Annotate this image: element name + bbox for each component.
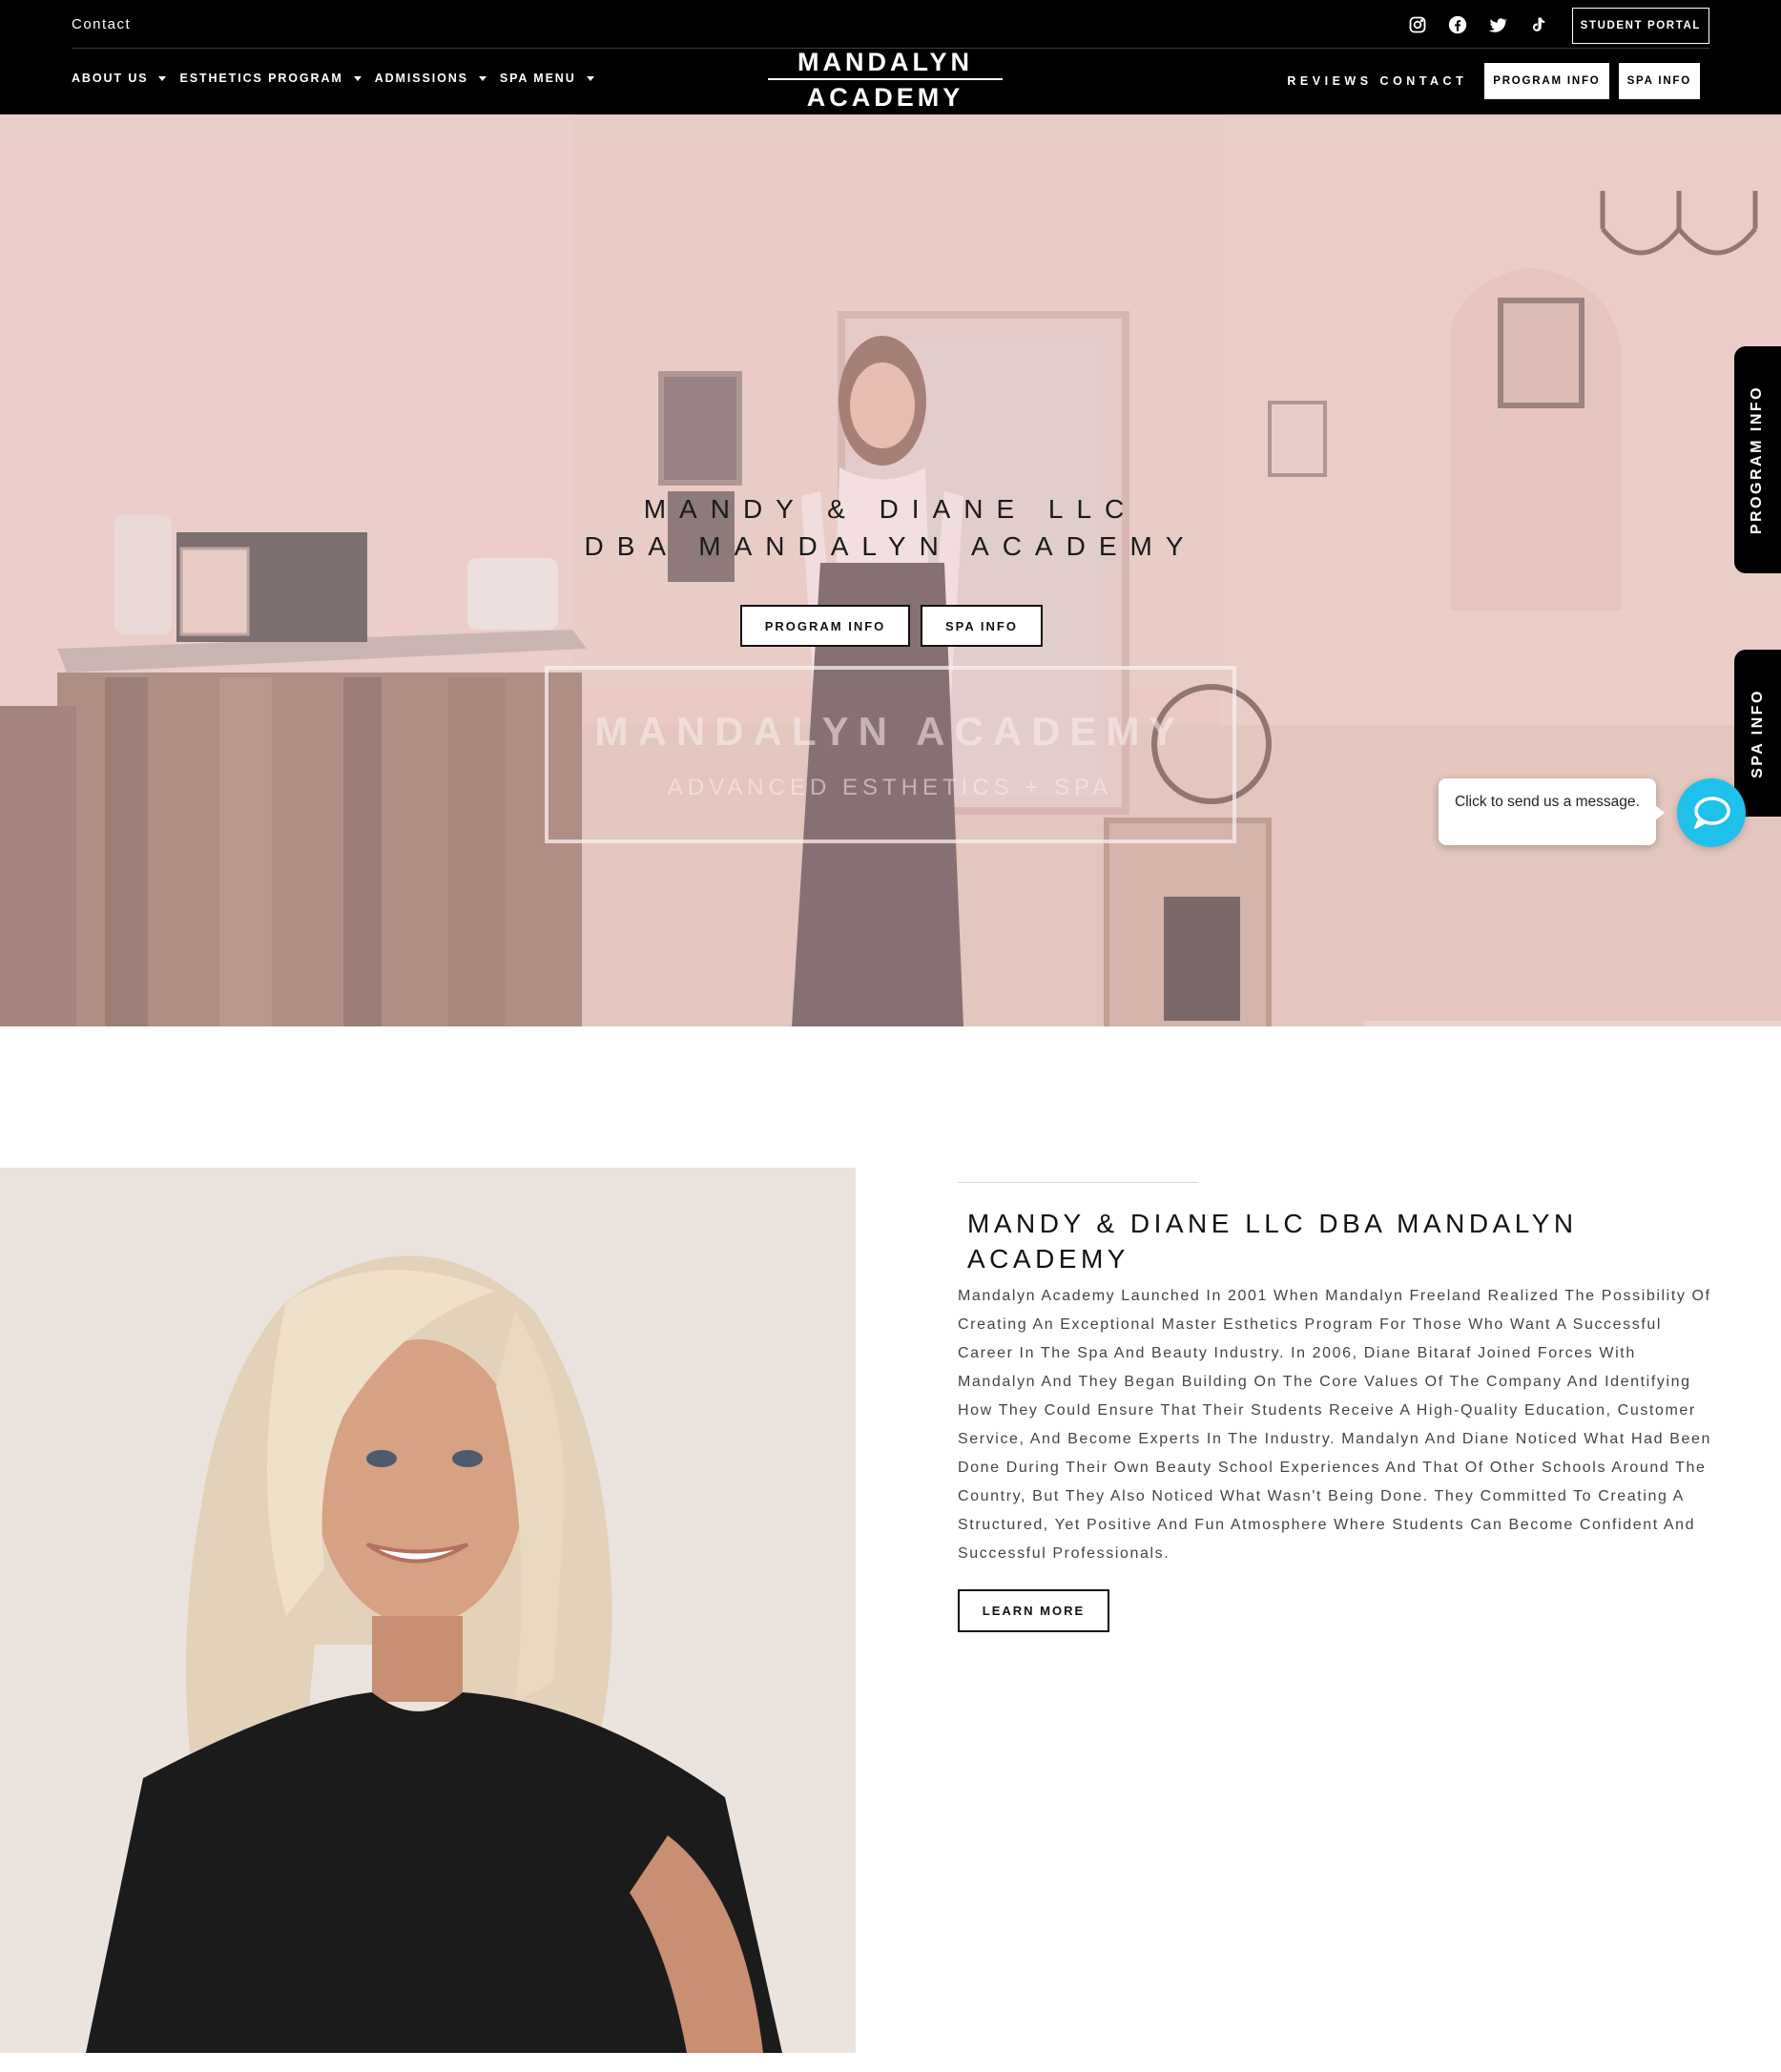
instagram-icon[interactable] bbox=[1406, 13, 1429, 36]
chat-prompt-bubble[interactable]: Click to send us a message. bbox=[1439, 778, 1665, 845]
learn-more-button[interactable]: LEARN MORE bbox=[958, 1589, 1109, 1632]
chevron-down-icon bbox=[158, 75, 167, 81]
side-tab-spa-info-label: SPA INFO bbox=[1749, 688, 1766, 778]
hero-tint-overlay bbox=[0, 114, 1781, 1026]
about-body: Mandalyn Academy Launched In 2001 When M… bbox=[958, 1288, 1711, 1562]
facebook-icon[interactable] bbox=[1446, 13, 1469, 36]
student-portal-button[interactable]: STUDENT PORTAL bbox=[1571, 8, 1709, 44]
chat-launcher-button[interactable] bbox=[1677, 778, 1746, 847]
twitter-icon[interactable] bbox=[1486, 13, 1509, 36]
hero-title-line2: DBA MANDALYN ACADEMY bbox=[584, 531, 1197, 561]
chevron-down-icon bbox=[586, 75, 594, 81]
nav-esthetics-program[interactable]: ESTHETICS PROGRAM bbox=[179, 72, 362, 85]
logo-divider bbox=[768, 78, 1003, 80]
founder-portrait-image bbox=[0, 1168, 856, 2053]
chevron-down-icon bbox=[353, 75, 362, 81]
site-header: Contact STUDENT PORTAL ABOUT US ESTHETIC… bbox=[0, 0, 1781, 114]
logo-line2: ACADEMY bbox=[806, 83, 964, 112]
top-contact-link[interactable]: Contact bbox=[72, 16, 131, 32]
hero-program-info-button[interactable]: PROGRAM INFO bbox=[740, 605, 910, 647]
nav-esthetics-program-label: ESTHETICS PROGRAM bbox=[179, 72, 343, 85]
hero-spa-info-button[interactable]: SPA INFO bbox=[921, 605, 1043, 647]
about-divider bbox=[958, 1182, 1198, 1183]
social-links bbox=[1406, 13, 1549, 36]
hero-title-line1: MANDY & DIANE LLC bbox=[643, 494, 1138, 524]
chat-bubble-icon bbox=[1694, 797, 1730, 829]
nav-admissions[interactable]: ADMISSIONS bbox=[375, 72, 487, 85]
about-section: MANDY & DIANE LLC DBA MANDALYN ACADEMY M… bbox=[958, 1168, 1711, 1632]
main-nav: ABOUT US ESTHETICS PROGRAM ADMISSIONS SP… bbox=[72, 72, 608, 85]
side-tab-spa-info[interactable]: SPA INFO bbox=[1734, 650, 1781, 817]
top-bar: Contact STUDENT PORTAL bbox=[72, 0, 1709, 49]
side-tab-program-info-label: PROGRAM INFO bbox=[1749, 384, 1766, 535]
nav-spa-menu[interactable]: SPA MENU bbox=[500, 72, 594, 85]
hero-section: MANDALYN ACADEMY ADVANCED ESTHETICS + SP… bbox=[0, 114, 1781, 1026]
side-tab-program-info[interactable]: PROGRAM INFO bbox=[1734, 346, 1781, 573]
tiktok-icon[interactable] bbox=[1526, 13, 1549, 36]
nav-admissions-label: ADMISSIONS bbox=[374, 72, 468, 85]
nav-spa-menu-label: SPA MENU bbox=[499, 72, 576, 85]
logo-line1: MANDALYN bbox=[797, 48, 973, 76]
header-spa-info-button[interactable]: SPA INFO bbox=[1618, 63, 1700, 99]
nav-about-us-label: ABOUT US bbox=[72, 72, 149, 85]
header-program-info-button[interactable]: PROGRAM INFO bbox=[1484, 63, 1609, 99]
nav-contact[interactable]: CONTACT bbox=[1380, 74, 1468, 88]
nav-about-us[interactable]: ABOUT US bbox=[72, 72, 167, 85]
site-logo[interactable]: MANDALYN ACADEMY bbox=[768, 48, 1003, 112]
hero-buttons: PROGRAM INFO SPA INFO bbox=[740, 605, 1043, 647]
right-nav: REVIEWS CONTACT PROGRAM INFO SPA INFO bbox=[1287, 63, 1700, 99]
chevron-down-icon bbox=[478, 75, 487, 81]
nav-reviews[interactable]: REVIEWS bbox=[1287, 74, 1372, 88]
about-title: MANDY & DIANE LLC DBA MANDALYN ACADEMY bbox=[967, 1209, 1578, 1274]
